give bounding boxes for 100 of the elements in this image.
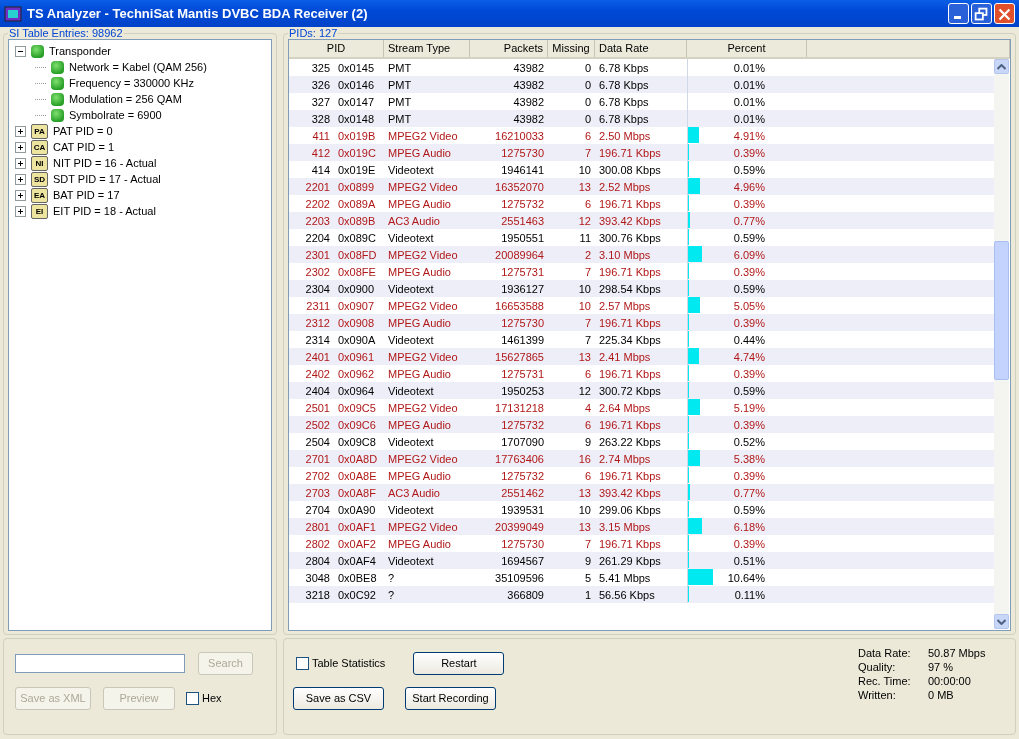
table-cell-text: Videotext — [387, 384, 435, 397]
table-cell-text: MPEG2 Video — [387, 180, 459, 193]
tree-item[interactable]: PAT PID = 0 — [51, 125, 115, 137]
table-cell-text: 263.22 Kbps — [598, 435, 662, 448]
table-cell-text: 1707090 — [500, 435, 545, 448]
tree-item[interactable]: Frequency = 330000 KHz — [67, 77, 197, 89]
tree-item[interactable]: Transponder — [47, 45, 113, 57]
table-cell-text: 1694567 — [500, 554, 545, 567]
table-cell-text: 327 — [310, 95, 331, 108]
table-cell-text: AC3 Audio — [387, 486, 441, 499]
table-cell-text: 2404 — [304, 384, 331, 397]
checkbox-label: Table Statistics — [312, 657, 386, 669]
table-cell-text: 196.71 Kbps — [598, 418, 662, 431]
table-cell-text: 20399049 — [494, 520, 545, 533]
minimize-button[interactable] — [948, 3, 969, 24]
column-header[interactable]: Data Rate — [595, 40, 687, 57]
table-cell-text: 6.18% — [732, 520, 766, 533]
table-cell-text: 6.78 Kbps — [598, 112, 650, 125]
tree-item[interactable]: EIT PID = 18 - Actual — [51, 205, 158, 217]
column-header[interactable]: Missing — [548, 40, 595, 57]
table-cell-text: 196.71 Kbps — [598, 469, 662, 482]
tree-item[interactable]: Symbolrate = 6900 — [67, 109, 164, 121]
table-cell-text: 5.38% — [732, 452, 766, 465]
tree-item[interactable]: CAT PID = 1 — [51, 141, 117, 153]
table-cell-text: 0.59% — [732, 231, 766, 244]
table-cell-text: 2551463 — [500, 214, 545, 227]
tree-item[interactable]: SDT PID = 17 - Actual — [51, 173, 163, 185]
table-cell-text: MPEG2 Video — [387, 401, 459, 414]
table-cell-text: 6.09% — [732, 248, 766, 261]
table-cell-text: 0x0146 — [337, 78, 376, 91]
table-cell-text: 328 — [310, 112, 331, 125]
table-cell-text: 0x0908 — [337, 316, 376, 329]
expander-icon[interactable] — [15, 189, 26, 201]
table-cell-text: 2 — [583, 248, 592, 261]
table-cell-text: 2.64 Mbps — [598, 401, 652, 414]
table-cell-text: 43982 — [512, 112, 545, 125]
expander-icon[interactable] — [15, 205, 26, 217]
scroll-thumb[interactable] — [994, 241, 1009, 380]
table-cell-text: 5 — [583, 571, 592, 584]
table-cell-text: 0x0907 — [337, 299, 376, 312]
app-icon — [4, 5, 22, 22]
expander-icon[interactable] — [15, 125, 26, 137]
table-cell-text: 0 — [583, 95, 592, 108]
table-cell-text: 0.11% — [733, 588, 766, 601]
table-cell-text: 0x0A8D — [337, 452, 379, 465]
column-header[interactable]: Percent — [687, 40, 807, 57]
restart-button[interactable]: Restart — [413, 651, 505, 675]
table-cell-text: MPEG Audio — [387, 367, 452, 380]
table-cell-text: 12 — [577, 214, 592, 227]
table-cell-text: 0x089A — [337, 197, 377, 210]
table-cell-text: 3218 — [304, 588, 331, 601]
table-cell-text: 4.74% — [732, 350, 766, 363]
table-cell-text: 17763406 — [494, 452, 545, 465]
restore-button[interactable] — [971, 3, 992, 24]
table-cell-text: 1275732 — [500, 197, 545, 210]
window-title: TS Analyzer - TechniSat Mantis DVBC BDA Receiver (2) — [27, 6, 369, 21]
table-cell-text: PMT — [387, 112, 413, 125]
expander-icon[interactable] — [15, 141, 26, 153]
table-cell-text: 0x0899 — [337, 180, 376, 193]
expander-icon[interactable] — [15, 157, 26, 169]
column-header[interactable]: PID — [289, 40, 384, 57]
table-cell-text: 1275732 — [500, 469, 545, 482]
table-cell-text: 0x0AF4 — [337, 554, 377, 567]
scroll-up-icon[interactable] — [994, 59, 1009, 74]
table-statistics-checkbox[interactable] — [296, 656, 309, 670]
table-cell-text: 0.51% — [732, 554, 766, 567]
table-cell-text: 0.52% — [732, 435, 766, 448]
table-cell-text: 0x0148 — [337, 112, 376, 125]
table-cell-text: 2312 — [304, 316, 331, 329]
tree-item[interactable]: NIT PID = 16 - Actual — [51, 157, 159, 169]
table-cell-text: MPEG Audio — [387, 197, 452, 210]
table-cell-text: 9 — [583, 435, 592, 448]
table-cell-text: 5.41 Mbps — [598, 571, 652, 584]
tree-item[interactable]: Modulation = 256 QAM — [67, 93, 184, 105]
start-recording-button[interactable]: Start Recording — [405, 686, 496, 710]
column-header[interactable]: Stream Type — [384, 40, 470, 57]
table-cell-text: Videotext — [387, 282, 435, 295]
tree-item[interactable]: Network = Kabel (QAM 256) — [67, 61, 209, 73]
table-cell-text: 7 — [583, 316, 592, 329]
scroll-down-icon[interactable] — [994, 614, 1009, 629]
search-field[interactable] — [15, 653, 185, 673]
column-header[interactable]: Packets — [470, 40, 548, 57]
tree-item[interactable]: BAT PID = 17 — [51, 189, 122, 201]
save-csv-button[interactable]: Save as CSV — [293, 686, 384, 710]
expander-icon[interactable] — [15, 173, 26, 185]
table-cell-text: 0.39% — [732, 537, 766, 550]
table-cell-text: MPEG Audio — [387, 418, 452, 431]
table-cell-text: MPEG2 Video — [387, 299, 459, 312]
table-cell-text: 2.57 Mbps — [598, 299, 652, 312]
close-button[interactable] — [994, 3, 1015, 24]
table-cell-text: 0x0961 — [337, 350, 376, 363]
table-cell-text: Videotext — [387, 333, 435, 346]
table-cell-text: 0.77% — [732, 214, 766, 227]
minimize-icon — [954, 16, 961, 19]
expander-icon[interactable] — [15, 45, 26, 57]
hex-checkbox[interactable] — [186, 691, 199, 705]
table-cell-text: 0.39% — [732, 197, 766, 210]
table-cell-text: 9 — [583, 554, 592, 567]
table-cell-text: 411 — [311, 129, 331, 142]
scrollbar[interactable] — [994, 59, 1009, 629]
